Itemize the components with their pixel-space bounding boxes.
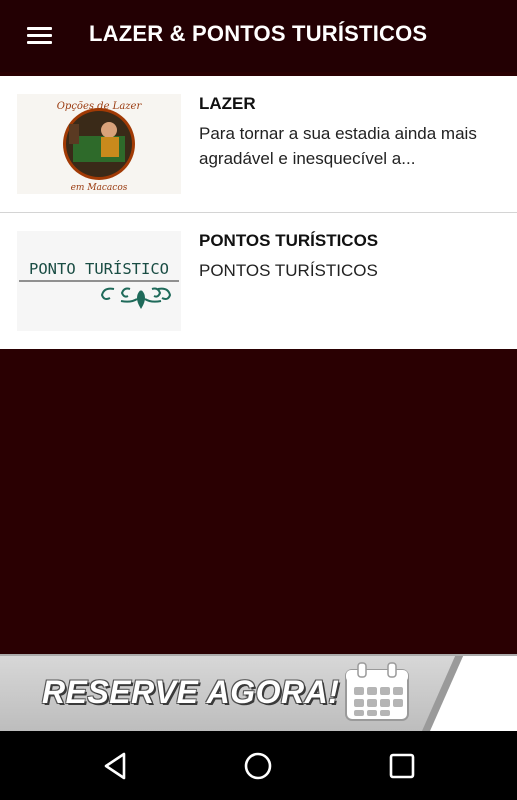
recents-square-icon[interactable] <box>385 749 419 783</box>
lazer-thumbnail: Opções de Lazer em Macacos <box>17 94 181 194</box>
ponto-thumb-text: PONTO TURÍSTICO <box>29 259 169 278</box>
calendar-icon <box>345 662 409 721</box>
item-title: PONTOS TURÍSTICOS <box>199 231 379 250</box>
system-navigation-bar <box>0 731 517 800</box>
list-item-pontos-turisticos[interactable]: PONTO TURÍSTICO PONTOS TURÍSTICOS PONTOS… <box>0 213 517 350</box>
item-description: Para tornar a sua estadia ainda mais agr… <box>199 124 477 168</box>
pontos-turisticos-thumbnail: PONTO TURÍSTICO <box>17 231 181 331</box>
list-item-lazer[interactable]: Opções de Lazer em Macacos LAZER Para to… <box>0 76 517 213</box>
page-title: LAZER & PONTOS TURÍSTICOS <box>89 21 428 46</box>
back-triangle-icon[interactable] <box>99 749 133 783</box>
hamburger-menu-icon[interactable] <box>16 20 56 52</box>
app-bar: LAZER & PONTOS TURÍSTICOS <box>0 0 517 72</box>
empty-content-area <box>0 349 517 654</box>
item-list: Opções de Lazer em Macacos LAZER Para to… <box>0 76 517 350</box>
item-title: LAZER <box>199 94 256 113</box>
home-circle-icon[interactable] <box>241 749 275 783</box>
reserve-now-label: RESERVE AGORA! <box>42 674 340 710</box>
item-description: PONTOS TURÍSTICOS <box>199 261 378 280</box>
reserve-banner[interactable]: RESERVE AGORA! <box>0 654 517 731</box>
lazer-thumb-bottom-text: em Macacos <box>71 183 128 193</box>
